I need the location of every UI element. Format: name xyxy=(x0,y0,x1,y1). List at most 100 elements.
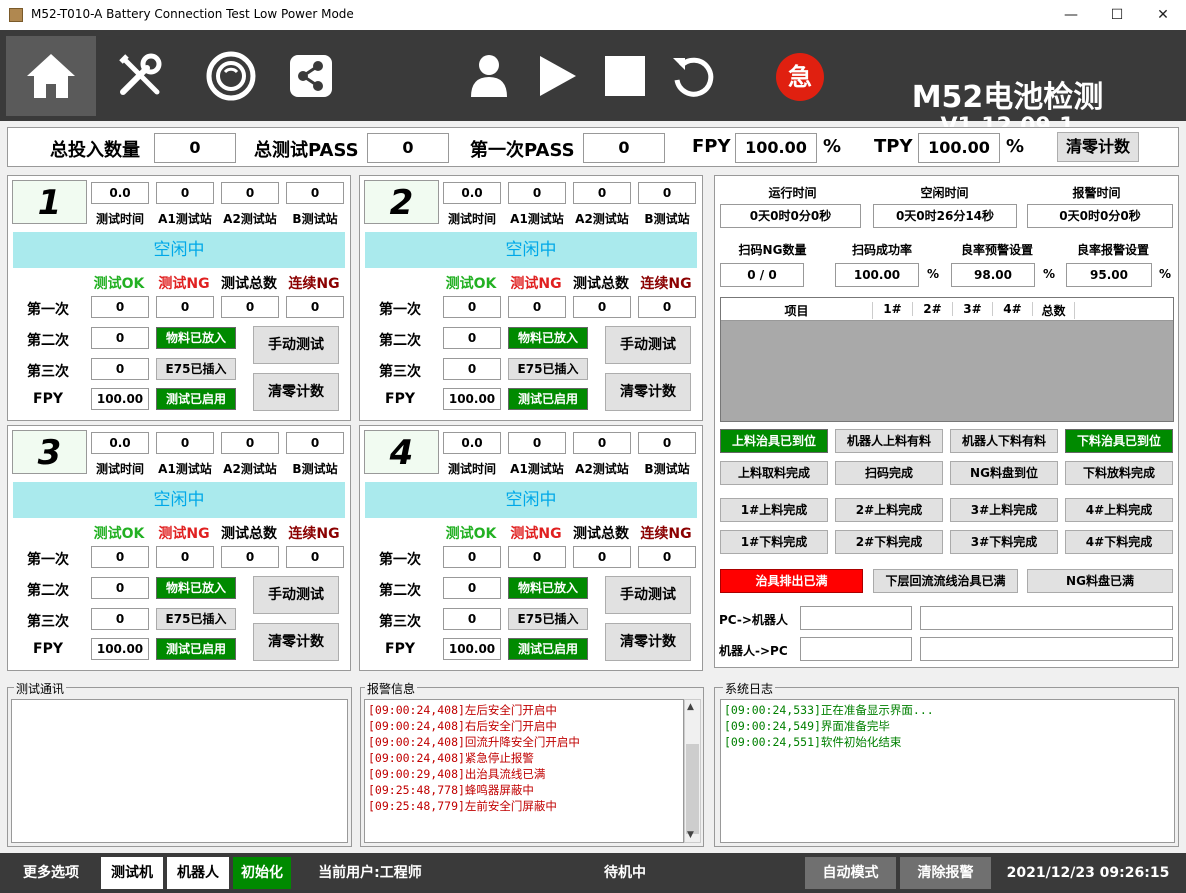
fpy-unit: % xyxy=(823,136,842,157)
system-log-group: 系统日志 [09:00:24,533]正在准备显示界面... [09:00:24… xyxy=(714,680,1179,847)
share-button[interactable] xyxy=(266,36,356,116)
ok-header: 测试OK xyxy=(445,526,497,542)
run-time-label: 运行时间 xyxy=(768,186,817,200)
first-total: 0 xyxy=(573,546,631,568)
camera-button[interactable] xyxy=(186,36,276,116)
alarm-log-line: [09:00:24,408]右后安全门开启中 xyxy=(368,719,557,733)
yield-alarm-input[interactable]: 95.00 xyxy=(1066,263,1152,287)
init-button[interactable]: 初始化 xyxy=(233,857,291,889)
comm-log-list[interactable] xyxy=(11,699,348,843)
first-ng: 0 xyxy=(156,296,214,318)
more-options-button[interactable]: 更多选项 xyxy=(8,857,94,889)
settings-button[interactable] xyxy=(96,36,186,116)
third-row-label: 第三次 xyxy=(379,614,421,630)
e75-inserted-indicator: E75已插入 xyxy=(156,358,236,380)
test-enabled-toggle[interactable]: 测试已启用 xyxy=(156,638,236,660)
scroll-thumb[interactable] xyxy=(686,744,699,834)
yield-table: 项目 1# 2# 3# 4# 总数 xyxy=(720,297,1174,422)
maximize-button[interactable]: ☐ xyxy=(1094,0,1140,30)
manual-test-button[interactable]: 手动测试 xyxy=(605,576,691,614)
tester-button[interactable]: 测试机 xyxy=(101,857,163,889)
station-panel-3: 3 0.0 0 0 0 测试时间 A1测试站 A2测试站 B测试站 空闲中 测试… xyxy=(7,425,351,671)
first-cng: 0 xyxy=(638,546,696,568)
b-value: 0 xyxy=(638,432,696,454)
test-time-value: 0.0 xyxy=(91,432,149,454)
scroll-up-icon[interactable]: ▲ xyxy=(687,702,694,712)
pc-to-robot-field[interactable] xyxy=(800,606,912,630)
manual-test-button[interactable]: 手动测试 xyxy=(605,326,691,364)
a1-value: 0 xyxy=(508,432,566,454)
idle-time-value: 0天0时26分14秒 xyxy=(873,204,1017,228)
fpy-row-label: FPY xyxy=(33,391,63,407)
station-clear-button[interactable]: 清零计数 xyxy=(605,623,691,661)
alarm-log-line: [09:25:48,779]左前安全门屏蔽中 xyxy=(368,799,557,813)
machine-state: 待机中 xyxy=(604,865,646,881)
pc-to-robot-message[interactable] xyxy=(920,606,1173,630)
station-number: 1 xyxy=(12,180,87,224)
a1-value: 0 xyxy=(156,432,214,454)
minimize-button[interactable]: — xyxy=(1048,0,1094,30)
play-icon xyxy=(540,56,576,96)
a2-value: 0 xyxy=(573,432,631,454)
auto-mode-button[interactable]: 自动模式 xyxy=(805,857,896,889)
e75-inserted-indicator: E75已插入 xyxy=(508,608,588,630)
first-total: 0 xyxy=(573,296,631,318)
system-log-line: [09:00:24,533]正在准备显示界面... xyxy=(724,703,934,717)
station-clear-button[interactable]: 清零计数 xyxy=(253,623,339,661)
robot-button[interactable]: 机器人 xyxy=(167,857,229,889)
test-time-value: 0.0 xyxy=(443,182,501,204)
total-input-label: 总投入数量 xyxy=(50,140,140,161)
station-clear-button[interactable]: 清零计数 xyxy=(253,373,339,411)
yield-warn-input[interactable]: 98.00 xyxy=(951,263,1035,287)
first-ng: 0 xyxy=(508,296,566,318)
alarm-log-line: [09:00:24,408]左后安全门开启中 xyxy=(368,703,557,717)
a1-value: 0 xyxy=(508,182,566,204)
emergency-button[interactable]: 急 xyxy=(776,53,824,101)
station-panel-4: 4 0.0 0 0 0 测试时间 A1测试站 A2测试站 B测试站 空闲中 测试… xyxy=(359,425,703,671)
clear-alarm-button[interactable]: 清除报警 xyxy=(900,857,991,889)
second-value: 0 xyxy=(443,577,501,599)
test-enabled-toggle[interactable]: 测试已启用 xyxy=(508,388,588,410)
reset-button[interactable] xyxy=(648,36,738,116)
stats-bar: 总投入数量 0 总测试PASS 0 第一次PASS 0 FPY 100.00 %… xyxy=(7,127,1179,167)
signal-indicator: 上料治具已到位 xyxy=(720,429,828,453)
total-header: 测试总数 xyxy=(573,526,629,542)
test-enabled-toggle[interactable]: 测试已启用 xyxy=(156,388,236,410)
scan-ng-value: 0 / 0 xyxy=(720,263,804,287)
first-row-label: 第一次 xyxy=(379,552,421,568)
scroll-down-icon[interactable]: ▼ xyxy=(687,830,694,840)
first-row-label: 第一次 xyxy=(379,302,421,318)
alarm-log-list[interactable]: [09:00:24,408]左后安全门开启中 [09:00:24,408]右后安… xyxy=(364,699,684,843)
third-row-label: 第三次 xyxy=(27,364,69,380)
station-clear-button[interactable]: 清零计数 xyxy=(605,373,691,411)
alarm-log-scrollbar[interactable]: ▲ ▼ xyxy=(684,699,701,843)
title-bar: M52-T010-A Battery Connection Test Low P… xyxy=(0,0,1186,30)
second-row-label: 第二次 xyxy=(379,333,421,349)
signal-indicator: 3#下料完成 xyxy=(950,530,1058,554)
first-row-label: 第一次 xyxy=(27,302,69,318)
signal-indicator: 扫码完成 xyxy=(835,461,943,485)
yield-alarm-label: 良率报警设置 xyxy=(1076,243,1149,257)
test-enabled-toggle[interactable]: 测试已启用 xyxy=(508,638,588,660)
signal-indicator: 机器人下料有料 xyxy=(950,429,1058,453)
home-icon xyxy=(27,54,75,98)
material-placed-indicator: 物料已放入 xyxy=(508,577,588,599)
robot-to-pc-field[interactable] xyxy=(800,637,912,661)
test-time-label: 测试时间 xyxy=(447,462,496,476)
second-row-label: 第二次 xyxy=(27,333,69,349)
close-button[interactable]: ✕ xyxy=(1140,0,1186,30)
lower-line-full-indicator: 下层回流流线治具已满 xyxy=(873,569,1018,593)
station-status: 空闲中 xyxy=(13,232,345,268)
fixture-full-indicator: 治具排出已满 xyxy=(720,569,863,593)
second-row-label: 第二次 xyxy=(379,583,421,599)
first-total: 0 xyxy=(221,296,279,318)
system-log-list[interactable]: [09:00:24,533]正在准备显示界面... [09:00:24,549]… xyxy=(720,699,1175,843)
manual-test-button[interactable]: 手动测试 xyxy=(253,326,339,364)
col-2: 2# xyxy=(913,302,953,316)
cng-header: 连续NG xyxy=(288,276,340,292)
clear-count-button[interactable]: 清零计数 xyxy=(1057,132,1139,162)
station-panel-2: 2 0.0 0 0 0 测试时间 A1测试站 A2测试站 B测试站 空闲中 测试… xyxy=(359,175,703,421)
manual-test-button[interactable]: 手动测试 xyxy=(253,576,339,614)
home-button[interactable] xyxy=(6,36,96,116)
robot-to-pc-message[interactable] xyxy=(920,637,1173,661)
